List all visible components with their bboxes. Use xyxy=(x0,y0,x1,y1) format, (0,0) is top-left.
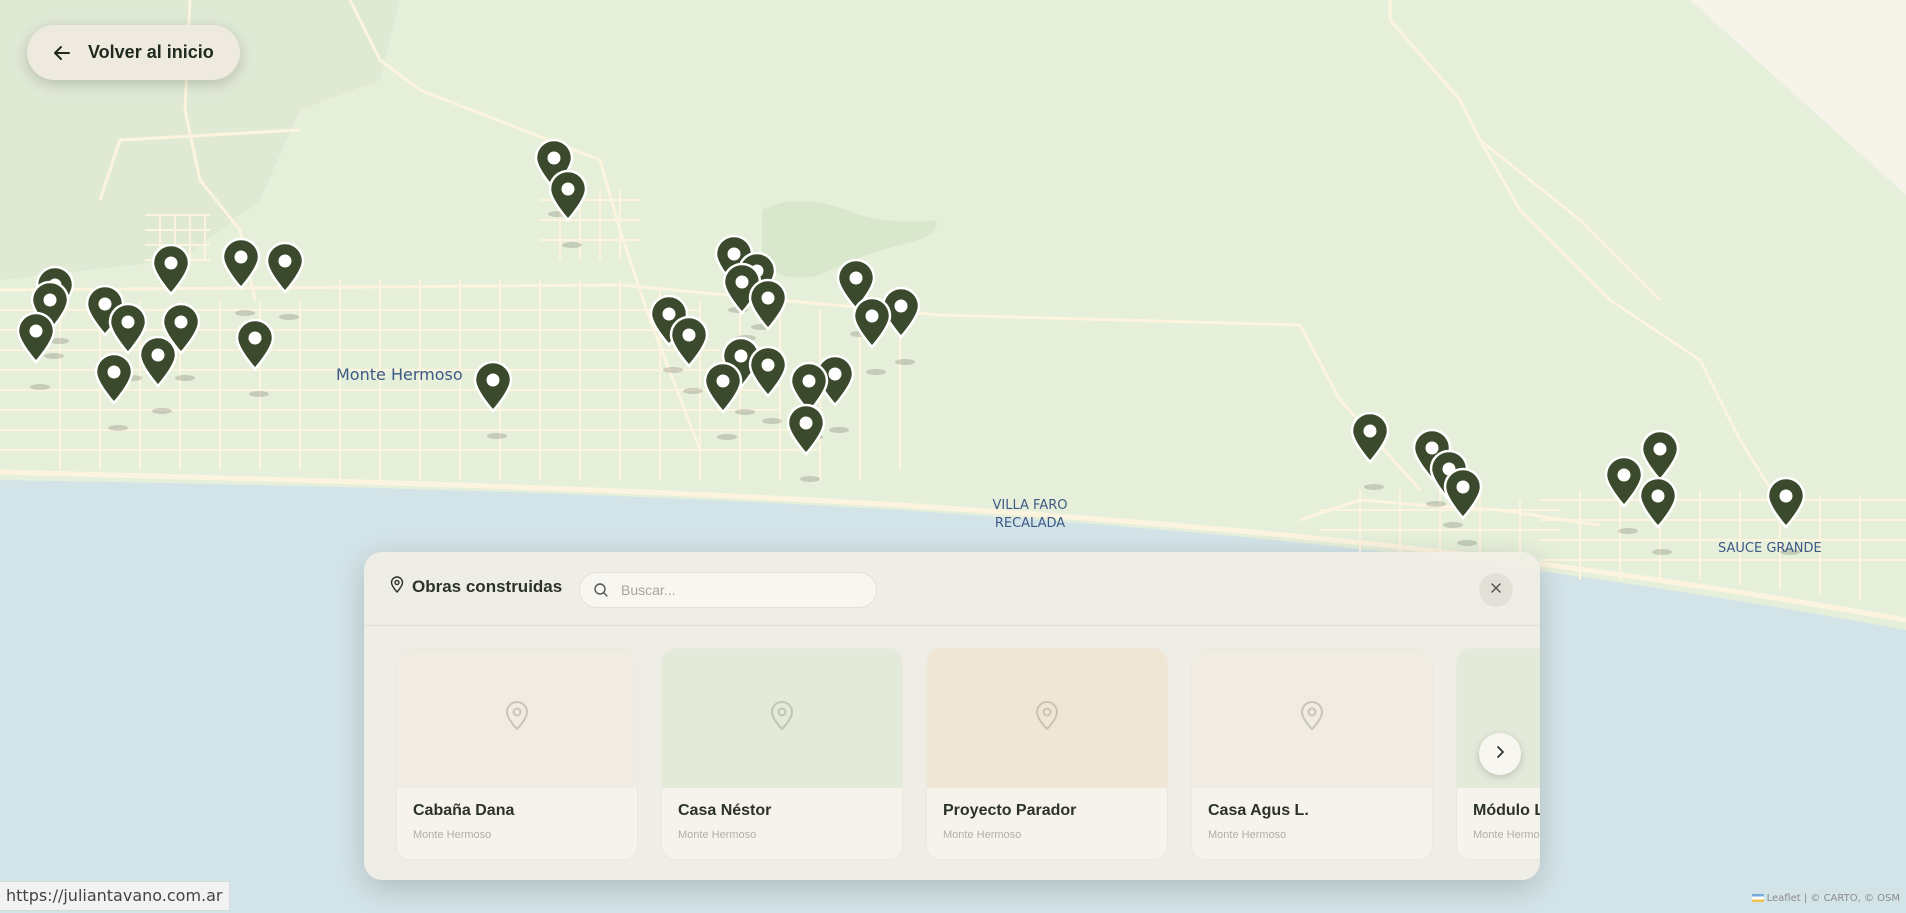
location-pin-icon xyxy=(1299,701,1325,736)
close-panel-button[interactable] xyxy=(1479,573,1513,607)
back-to-home-button[interactable]: Volver al inicio xyxy=(27,25,240,80)
chevron-right-icon xyxy=(1494,745,1506,764)
location-pin-icon xyxy=(504,701,530,736)
attribution-osm-prefix: , © xyxy=(1857,893,1878,904)
map-label-villa-faro-line2: RECALADA xyxy=(994,516,1066,531)
map-label-monte-hermoso: Monte Hermoso xyxy=(336,365,463,384)
work-card-thumbnail xyxy=(662,649,902,788)
works-panel-header: Obras construidas xyxy=(364,552,1540,626)
work-card[interactable]: Casa Agus L. Monte Hermoso xyxy=(1191,648,1433,860)
flag-icon xyxy=(1751,894,1764,902)
location-pin-icon xyxy=(1034,701,1060,736)
location-pin-icon xyxy=(769,701,795,736)
attribution-leaflet-link[interactable]: Leaflet xyxy=(1767,893,1801,904)
work-card-thumbnail xyxy=(1192,649,1432,788)
status-bar-url: https://juliantavano.com.ar xyxy=(0,881,230,911)
search-input[interactable] xyxy=(619,581,863,599)
work-card-location: Monte Hermoso xyxy=(1473,829,1540,841)
carousel-next-button[interactable] xyxy=(1479,733,1521,775)
work-card[interactable]: Proyecto Parador Monte Hermoso xyxy=(926,648,1168,860)
close-icon xyxy=(1490,581,1502,599)
map-label-villa-faro-line1: VILLA FARO xyxy=(992,498,1068,513)
work-card-location: Monte Hermoso xyxy=(678,829,757,841)
map-label-villa-faro: VILLA FARO RECALADA xyxy=(985,497,1075,533)
map-pin-icon xyxy=(390,576,404,598)
work-card-location: Monte Hermoso xyxy=(943,829,1022,841)
map-attribution: Leaflet | © CARTO, © OSM xyxy=(1751,893,1900,904)
work-card-name: Módulo L xyxy=(1473,802,1540,819)
works-carousel[interactable]: Cabaña Dana Monte Hermoso Casa Néstor Mo… xyxy=(396,648,1540,860)
work-card-name: Casa Néstor xyxy=(678,802,772,819)
panel-title-text: Obras construidas xyxy=(412,577,563,596)
back-to-home-label: Volver al inicio xyxy=(88,42,214,62)
work-card[interactable]: Cabaña Dana Monte Hermoso xyxy=(396,648,638,860)
work-card-name: Cabaña Dana xyxy=(413,802,515,819)
work-card-name: Proyecto Parador xyxy=(943,802,1077,819)
attribution-carto-link[interactable]: CARTO xyxy=(1824,893,1858,904)
work-card-location: Monte Hermoso xyxy=(413,829,492,841)
search-icon xyxy=(593,582,609,598)
work-card[interactable]: Casa Néstor Monte Hermoso xyxy=(661,648,903,860)
work-card-location: Monte Hermoso xyxy=(1208,829,1287,841)
work-card-thumbnail xyxy=(397,649,637,788)
arrow-left-icon xyxy=(50,41,74,65)
map-label-sauce-grande: SAUCE GRANDE xyxy=(1718,541,1822,556)
attribution-separator: | © xyxy=(1800,893,1824,904)
works-panel: Obras construidas Cabaña Dana Monte Herm… xyxy=(364,552,1540,880)
panel-title: Obras construidas xyxy=(390,576,562,598)
work-card-thumbnail xyxy=(927,649,1167,788)
work-card-name: Casa Agus L. xyxy=(1208,802,1309,819)
search-box[interactable] xyxy=(579,572,877,608)
attribution-osm-link[interactable]: OSM xyxy=(1877,893,1900,904)
